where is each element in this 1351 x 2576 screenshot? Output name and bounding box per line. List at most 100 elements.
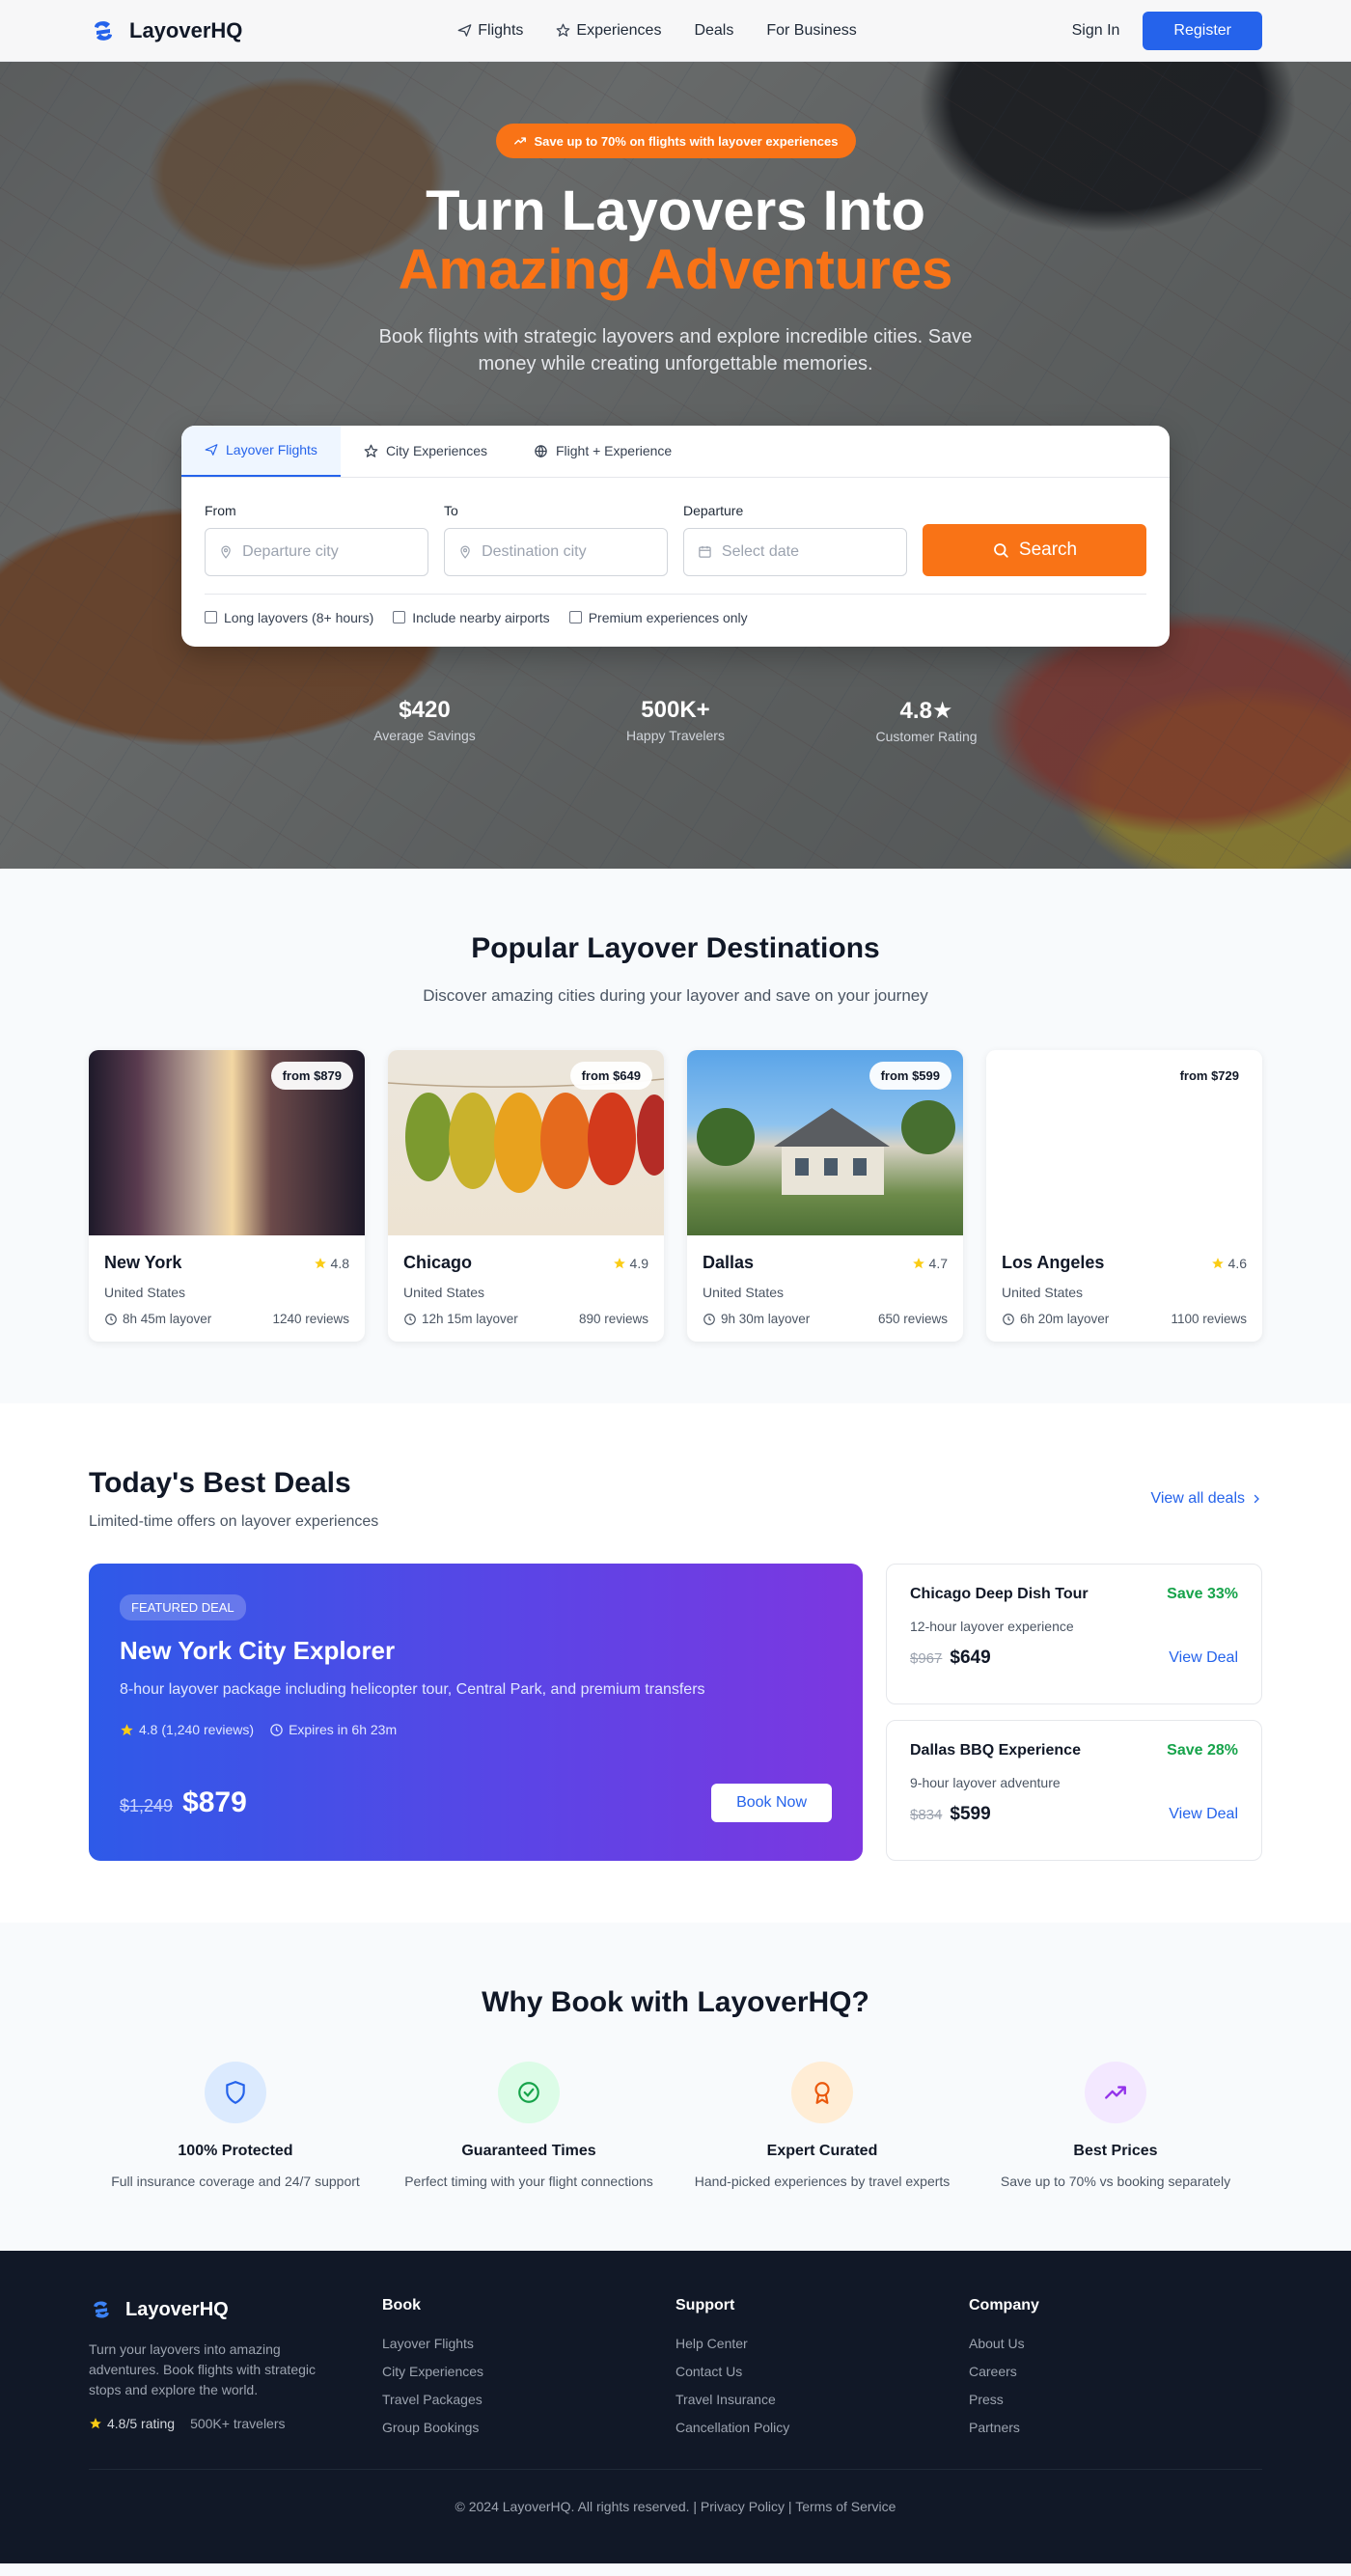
sign-in-link[interactable]: Sign In	[1072, 22, 1120, 40]
feature-protected: 100% Protected Full insurance coverage a…	[89, 2062, 382, 2189]
checkbox[interactable]	[568, 611, 582, 624]
star-icon	[121, 1723, 133, 1735]
search-button[interactable]: Search	[923, 523, 1146, 576]
footer-link[interactable]: Travel Insurance	[676, 2392, 776, 2407]
rating-value: 4.9	[629, 1255, 648, 1271]
nav-deals[interactable]: Deals	[694, 22, 733, 40]
deal-savings: Save 28%	[1167, 1742, 1238, 1759]
star-icon	[557, 23, 570, 37]
departure-input[interactable]	[721, 542, 893, 561]
footer-link[interactable]: Travel Packages	[382, 2392, 482, 2407]
option-premium-only[interactable]: Premium experiences only	[568, 609, 748, 625]
map-pin-icon	[221, 545, 231, 559]
destination-card-chicago[interactable]: from $649 Chicago 4.9 United States 12h 1…	[388, 1050, 664, 1342]
view-deal-link[interactable]: View Deal	[1169, 1806, 1238, 1823]
footer-link[interactable]: City Experiences	[382, 2364, 483, 2379]
footer-logo-link[interactable]: LayoverHQ	[89, 2297, 382, 2322]
book-now-button[interactable]: Book Now	[711, 1784, 832, 1822]
destinations-title: Popular Layover Destinations	[471, 932, 880, 964]
view-all-deals-link[interactable]: View all deals	[1150, 1490, 1262, 1508]
checkbox[interactable]	[393, 611, 406, 624]
brand-logo-link[interactable]: LayoverHQ	[89, 16, 242, 45]
stat-label: Customer Rating	[875, 728, 978, 744]
feature-curated: Expert Curated Hand-picked experiences b…	[676, 2062, 969, 2189]
option-label: Premium experiences only	[588, 609, 748, 625]
plane-icon	[205, 444, 218, 457]
deal-card-dallas: Dallas BBQ Experience Save 28% 9-hour lay…	[886, 1720, 1262, 1861]
feature-icon-wrap	[1085, 2062, 1146, 2123]
from-input[interactable]	[242, 542, 414, 561]
option-label: Include nearby airports	[412, 609, 550, 625]
deal-description: 9-hour layover adventure	[910, 1775, 1061, 1790]
feature-description: Perfect timing with your flight connecti…	[404, 2174, 653, 2189]
star-icon	[314, 1257, 326, 1268]
tab-layover-flights[interactable]: Layover Flights	[181, 425, 341, 477]
featured-price: $1,249 $879	[120, 1787, 247, 1819]
feature-icon-wrap	[498, 2062, 560, 2123]
footer-brand-name: LayoverHQ	[125, 2298, 229, 2320]
review-count: 890 reviews	[578, 1312, 648, 1326]
stat-value: $420	[399, 696, 451, 723]
clock-icon	[404, 1313, 416, 1325]
promo-badge: Save up to 70% on flights with layover e…	[495, 124, 856, 158]
layover-text: 12h 15m layover	[422, 1312, 518, 1326]
footer-link[interactable]: Contact Us	[676, 2364, 742, 2379]
checkbox[interactable]	[205, 611, 217, 624]
register-button[interactable]: Register	[1143, 11, 1262, 50]
clock-icon	[105, 1313, 117, 1325]
tab-label: Layover Flights	[226, 442, 317, 458]
footer-link[interactable]: Group Bookings	[382, 2420, 479, 2435]
featured-description: 8-hour layover package including helicop…	[120, 1681, 705, 1698]
footer-link[interactable]: Partners	[969, 2420, 1020, 2435]
footer-link[interactable]: Press	[969, 2392, 1004, 2407]
footer-link[interactable]: Help Center	[676, 2336, 748, 2351]
clock-icon	[1003, 1313, 1014, 1325]
price-badge: from $649	[569, 1062, 652, 1090]
featured-expiry-text: Expires in 6h 23m	[289, 1722, 398, 1737]
view-deal-link[interactable]: View Deal	[1169, 1649, 1238, 1667]
nav-for-business[interactable]: For Business	[766, 22, 856, 40]
layover-duration: 8h 45m layover	[104, 1312, 211, 1326]
tab-flight-experience[interactable]: Flight + Experience	[510, 426, 695, 477]
country: United States	[703, 1285, 785, 1300]
new-price: $879	[182, 1787, 247, 1818]
option-label: Long layovers (8+ hours)	[224, 609, 374, 625]
to-input[interactable]	[482, 542, 653, 561]
tab-city-experiences[interactable]: City Experiences	[341, 426, 510, 477]
rating-value: 4.8	[330, 1255, 349, 1271]
layover-text: 8h 45m layover	[123, 1312, 212, 1326]
destination-card-new-york[interactable]: from $879 New York 4.8 United States 8h 4…	[89, 1050, 365, 1342]
deals-title: Today's Best Deals	[89, 1467, 351, 1499]
option-long-layovers[interactable]: Long layovers (8+ hours)	[205, 610, 373, 625]
hero-title-accent: Amazing Adventures	[398, 238, 953, 302]
hero-title-line1: Turn Layovers Into	[426, 180, 925, 242]
nav-flights[interactable]: Flights	[457, 22, 523, 40]
tab-label: Flight + Experience	[555, 443, 673, 459]
feature-description: Full insurance coverage and 24/7 support	[111, 2174, 360, 2189]
star-icon	[364, 444, 378, 457]
rating: 4.6	[1211, 1256, 1247, 1271]
destination-card-dallas[interactable]: from $599 Dallas 4.7 United States 9h 30m…	[687, 1050, 963, 1342]
country: United States	[403, 1285, 485, 1300]
destinations-subtitle: Discover amazing cities during your layo…	[423, 986, 928, 1005]
country: United States	[104, 1285, 186, 1300]
feature-icon-wrap	[205, 2062, 266, 2123]
side-deals-list: Chicago Deep Dish Tour Save 33% 12-hour l…	[886, 1564, 1262, 1861]
footer-col-company: Company About Us Careers Press Partners	[969, 2297, 1262, 2448]
footer-link[interactable]: Careers	[969, 2364, 1017, 2379]
footer-heading: Support	[676, 2297, 735, 2313]
footer-link[interactable]: About Us	[969, 2336, 1025, 2351]
star-icon	[1211, 1257, 1224, 1268]
footer-link[interactable]: Layover Flights	[382, 2336, 474, 2351]
destination-image: from $649	[388, 1050, 664, 1235]
option-nearby-airports[interactable]: Include nearby airports	[393, 609, 550, 625]
city-name: New York	[104, 1253, 182, 1272]
feature-guaranteed: Guaranteed Times Perfect timing with you…	[382, 2062, 676, 2189]
featured-expiry: Expires in 6h 23m	[269, 1722, 397, 1737]
destination-card-los-angeles[interactable]: from $729 Los Angeles 4.6 United States 6…	[986, 1050, 1262, 1342]
destination-image: from $879	[89, 1050, 365, 1235]
nav-experiences[interactable]: Experiences	[556, 22, 661, 40]
from-field-group: From	[205, 503, 428, 576]
footer-link[interactable]: Cancellation Policy	[676, 2420, 789, 2435]
new-price: $599	[950, 1804, 991, 1824]
